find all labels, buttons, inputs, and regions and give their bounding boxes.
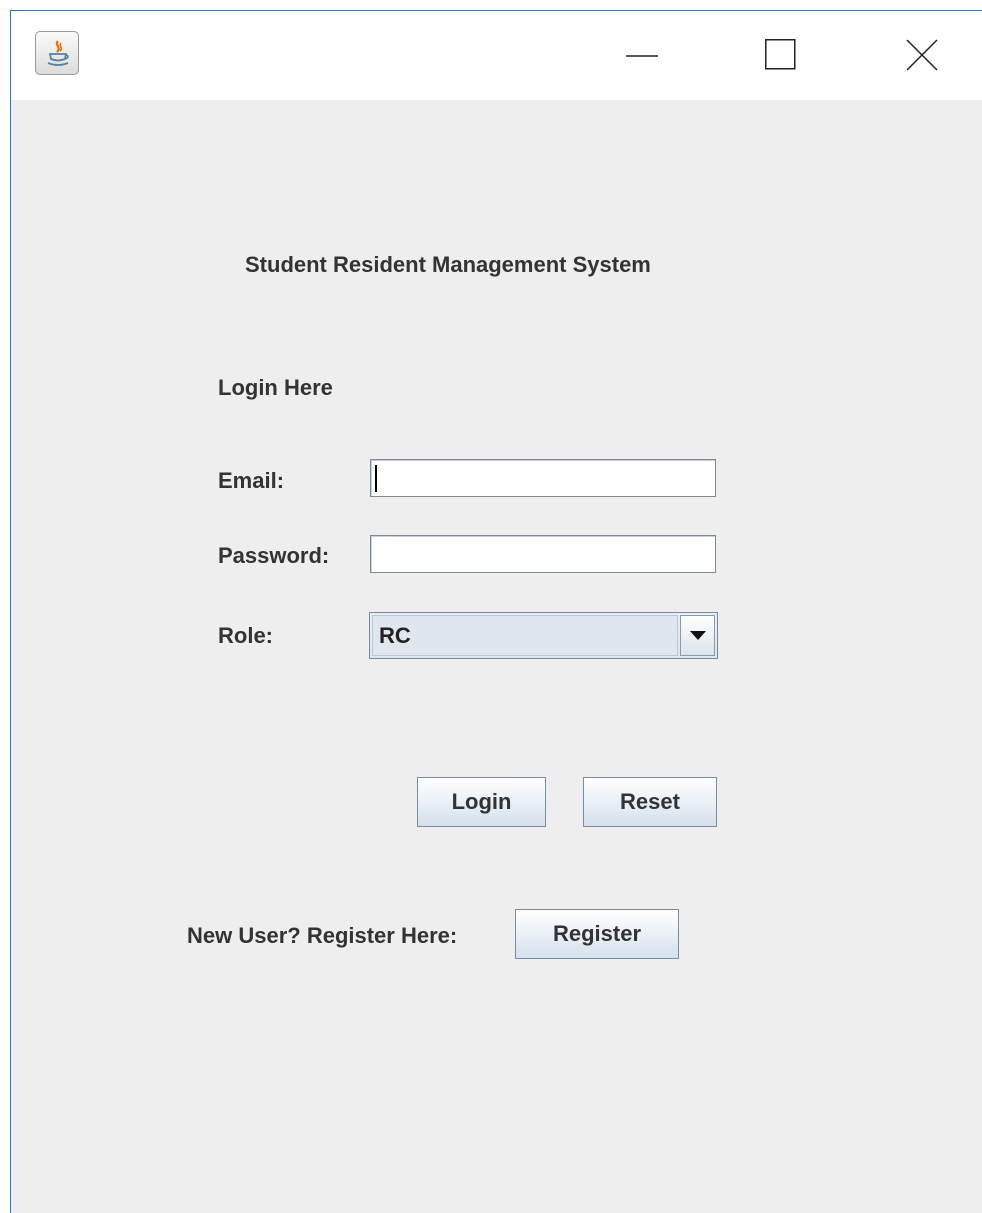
- minimize-button[interactable]: [582, 11, 702, 100]
- register-prompt: New User? Register Here:: [187, 923, 458, 948]
- close-icon: [906, 39, 938, 71]
- app-title: Student Resident Management System: [245, 252, 651, 277]
- login-panel: Student Resident Management System Login…: [11, 100, 982, 1213]
- role-selected-value: RC: [379, 623, 411, 648]
- maximize-button[interactable]: [721, 11, 841, 100]
- password-label: Password:: [218, 543, 330, 568]
- maximize-icon: [765, 39, 796, 70]
- text-caret: [375, 465, 377, 492]
- register-button[interactable]: Register: [515, 909, 679, 959]
- email-label: Email:: [218, 468, 285, 493]
- role-dropdown-arrow-button[interactable]: [680, 615, 715, 656]
- reset-button[interactable]: Reset: [583, 777, 717, 827]
- close-button[interactable]: [862, 11, 982, 100]
- role-label: Role:: [218, 623, 273, 648]
- title-bar[interactable]: [11, 11, 982, 100]
- email-field[interactable]: [370, 459, 716, 497]
- minimize-icon: [626, 55, 658, 57]
- java-cup-icon[interactable]: [35, 31, 79, 75]
- role-dropdown[interactable]: RC: [369, 612, 718, 659]
- chevron-down-icon: [690, 631, 706, 640]
- role-dropdown-display[interactable]: RC: [372, 615, 678, 656]
- app-window: Student Resident Management System Login…: [10, 10, 982, 1213]
- login-button[interactable]: Login: [417, 777, 546, 827]
- login-heading: Login Here: [218, 375, 333, 400]
- password-field[interactable]: [370, 535, 716, 573]
